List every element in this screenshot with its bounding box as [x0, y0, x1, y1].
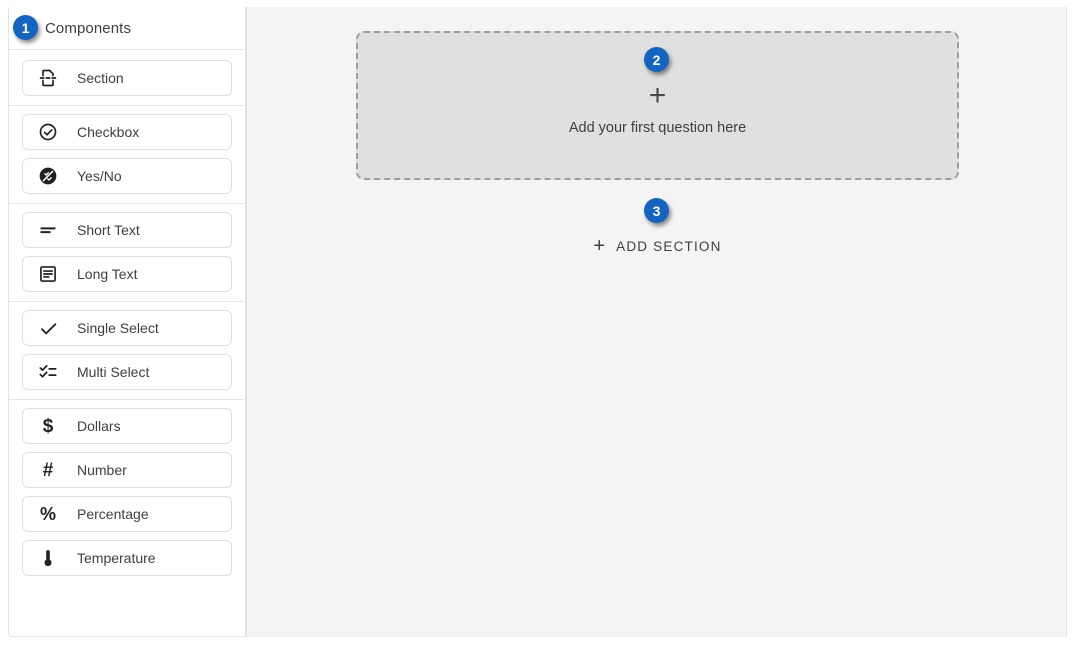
component-group-text: Short Text Long Text: [9, 203, 245, 301]
add-section-button[interactable]: + ADD SECTION: [247, 236, 1068, 256]
component-button-section[interactable]: Section: [22, 60, 232, 96]
thermometer-icon: [37, 547, 59, 569]
short-text-icon: [37, 219, 59, 241]
component-button-number[interactable]: # Number: [22, 452, 232, 488]
component-button-short-text[interactable]: Short Text: [22, 212, 232, 248]
add-section-inner: + ADD SECTION: [593, 236, 721, 256]
plus-icon: +: [648, 79, 667, 112]
component-group-structure: Section: [9, 49, 245, 105]
component-group-numeric: $ Dollars # Number % Percentage Temperat…: [9, 399, 245, 585]
component-button-dollars[interactable]: $ Dollars: [22, 408, 232, 444]
component-label: Short Text: [77, 222, 140, 238]
form-canvas: + Add your first question here + ADD SEC…: [246, 7, 1067, 637]
component-button-long-text[interactable]: Long Text: [22, 256, 232, 292]
component-label: Multi Select: [77, 364, 150, 380]
step-badge-2: 2: [644, 47, 669, 72]
component-group-boolean: Checkbox Yes/No: [9, 105, 245, 203]
add-section-label: ADD SECTION: [616, 238, 722, 254]
plus-icon: +: [593, 235, 606, 257]
component-button-temperature[interactable]: Temperature: [22, 540, 232, 576]
section-split-icon: [37, 67, 59, 89]
percent-icon: %: [39, 504, 56, 524]
form-builder-app: Components Section Checkbox Yes/No Short…: [0, 0, 1075, 651]
long-text-icon: [37, 263, 59, 285]
dollar-icon: $: [42, 415, 54, 437]
components-sidebar: Components Section Checkbox Yes/No Short…: [8, 7, 246, 637]
checklist-icon: [37, 361, 59, 383]
component-group-select: Single Select Multi Select: [9, 301, 245, 399]
component-label: Single Select: [77, 320, 159, 336]
step-badge-3: 3: [644, 198, 669, 223]
step-badge-1: 1: [13, 15, 38, 40]
component-label: Percentage: [77, 506, 149, 522]
top-strip: [0, 0, 1075, 7]
component-button-checkbox[interactable]: Checkbox: [22, 114, 232, 150]
page-title: Components: [45, 19, 132, 37]
component-button-yes-no[interactable]: Yes/No: [22, 158, 232, 194]
component-button-single-select[interactable]: Single Select: [22, 310, 232, 346]
component-label: Section: [77, 70, 124, 86]
component-label: Checkbox: [77, 124, 140, 140]
component-label: Temperature: [77, 550, 156, 566]
check-icon: [37, 317, 59, 339]
dropzone-label: Add your first question here: [568, 120, 747, 136]
component-button-percentage[interactable]: % Percentage: [22, 496, 232, 532]
component-label: Number: [77, 462, 127, 478]
check-circle-icon: [37, 121, 59, 143]
yes-no-circle-icon: [37, 165, 59, 187]
component-label: Yes/No: [77, 168, 122, 184]
sidebar-header: Components: [9, 7, 245, 49]
component-label: Dollars: [77, 418, 121, 434]
component-label: Long Text: [77, 266, 138, 282]
hash-icon: #: [42, 459, 54, 481]
component-button-multi-select[interactable]: Multi Select: [22, 354, 232, 390]
